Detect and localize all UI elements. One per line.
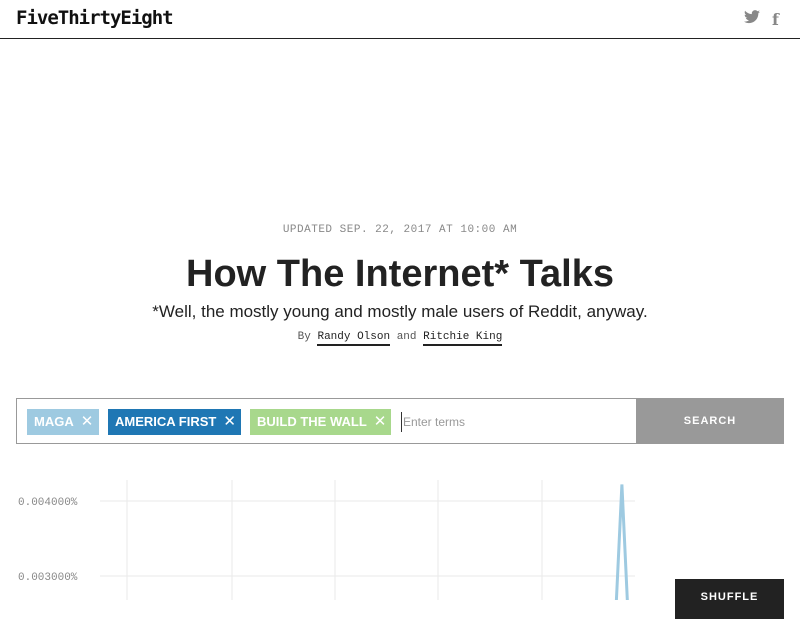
updated-timestamp: UPDATED SEP. 22, 2017 AT 10:00 AM — [282, 224, 518, 236]
byline: By Randy Olson and Ritchie King — [0, 331, 800, 346]
logo[interactable]: FiveThirtyEight — [16, 7, 174, 29]
series-layer — [614, 484, 629, 600]
top-bar: FiveThirtyEight f — [0, 0, 800, 39]
search-button[interactable]: SEARCH — [636, 398, 784, 444]
y-tick-label: 0.004000% — [18, 497, 78, 509]
search-terms-input[interactable] — [401, 412, 623, 432]
remove-tag-icon[interactable]: ✕ — [81, 413, 94, 430]
byline-and: and — [396, 331, 417, 343]
remove-tag-icon[interactable]: ✕ — [223, 413, 236, 430]
author-link-randy-olson[interactable]: Randy Olson — [317, 331, 391, 346]
series-line — [614, 484, 629, 600]
byline-by: By — [297, 331, 311, 343]
tag-build-the-wall: BUILD THE WALL ✕ — [250, 409, 391, 435]
page-title: How The Internet* Talks — [186, 253, 614, 295]
tag-label: AMERICA FIRST — [115, 414, 217, 429]
tag-maga: MAGA ✕ — [27, 409, 99, 435]
author-link-ritchie-king[interactable]: Ritchie King — [423, 331, 503, 346]
remove-tag-icon[interactable]: ✕ — [374, 413, 387, 430]
chart-gridlines — [100, 480, 635, 600]
facebook-icon[interactable]: f — [772, 10, 779, 29]
twitter-icon[interactable] — [744, 10, 760, 29]
page-subtitle: *Well, the mostly young and mostly male … — [152, 302, 648, 321]
tag-label: BUILD THE WALL — [257, 414, 367, 429]
shuffle-button[interactable]: SHUFFLE — [675, 579, 784, 619]
tag-label: MAGA — [34, 414, 74, 429]
tag-america-first: AMERICA FIRST ✕ — [108, 409, 241, 435]
search-box: MAGA ✕ AMERICA FIRST ✕ BUILD THE WALL ✕ — [16, 398, 636, 444]
y-tick-label: 0.003000% — [18, 572, 78, 584]
